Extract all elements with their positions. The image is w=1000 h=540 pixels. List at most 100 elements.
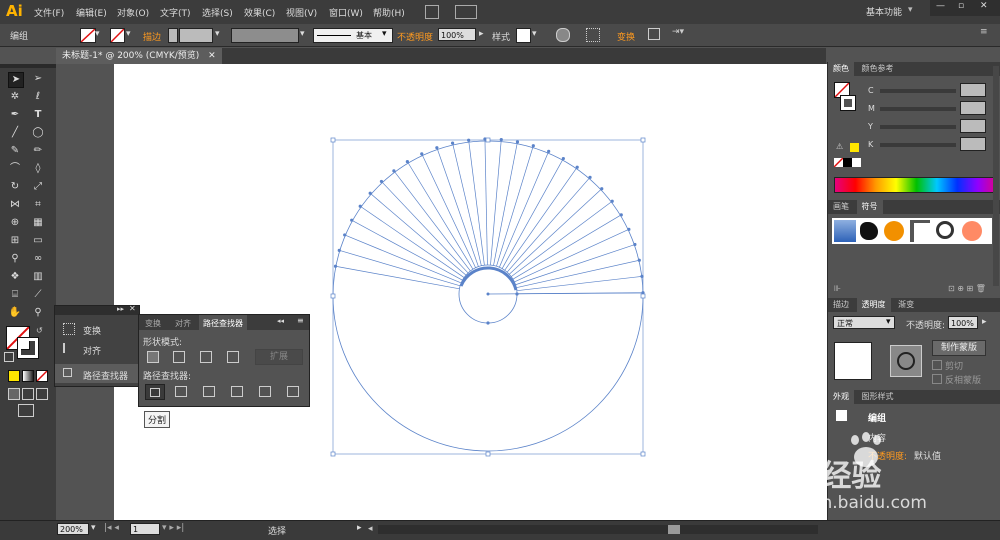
artwork[interactable] [114,64,827,520]
tab-brushes[interactable]: 画笔 [828,200,854,214]
graphic-style-swatch[interactable] [516,28,531,43]
merge-icon[interactable] [203,386,215,397]
dock-item-align[interactable]: 对齐 [55,340,139,358]
draw-behind-icon[interactable] [22,388,34,400]
divide-button[interactable] [145,384,165,400]
blob-brush-tool-icon[interactable]: ⌒ [8,162,22,176]
channel-k-slider[interactable] [880,143,956,147]
symbol-swatch[interactable] [860,222,878,240]
align-icon[interactable] [586,28,600,42]
none-swatch[interactable] [834,158,843,167]
blend-tool-icon[interactable]: ∞ [31,252,45,266]
panel-menu-icon[interactable]: ≡ [297,316,304,325]
isolate-group-icon[interactable] [648,28,660,40]
screen-mode-icon[interactable] [18,404,34,417]
opacity-input[interactable]: 100% [438,28,476,41]
clip-checkbox[interactable] [932,360,942,370]
opacity-label[interactable]: 不透明度 [397,30,433,43]
lasso-tool-icon[interactable]: ℓ [31,90,45,104]
menu-window[interactable]: 窗口(W) [329,6,363,19]
more-options-icon[interactable]: ⇥▾ [672,27,684,37]
symbol-sprayer-tool-icon[interactable]: ❖ [8,270,22,284]
first-artboard-icon[interactable]: |◂ ◂ [104,523,119,533]
tab-stroke[interactable]: 描边 [828,298,854,312]
tab-appearance[interactable]: 外观 [828,390,854,404]
dock-collapse-icon[interactable]: ▸▸ [117,305,124,313]
tab-pathfinder[interactable]: 路径查找器 [199,315,247,332]
white-swatch[interactable] [852,158,861,167]
tab-transparency[interactable]: 透明度 [856,298,891,312]
transparency-opacity-input[interactable]: 100% [948,316,978,329]
menu-object[interactable]: 对象(O) [117,6,149,19]
variable-width-profile[interactable] [231,28,299,43]
transparency-opacity-chevron-icon[interactable]: ▸ [982,317,987,327]
make-mask-button[interactable]: 制作蒙版 [932,340,986,356]
symbol-swatch[interactable] [936,221,954,239]
direct-selection-tool-icon[interactable]: ➢ [31,72,45,86]
brush-chevron-icon[interactable]: ▾ [382,29,387,39]
zoom-chevron-icon[interactable]: ▾ [91,523,96,533]
width-tool-icon[interactable]: ⋈ [8,198,22,212]
type-tool-icon[interactable]: T [31,108,45,122]
tab-color[interactable]: 颜色 [828,62,854,76]
paintbrush-tool-icon[interactable]: ✎ [8,144,22,158]
column-graph-tool-icon[interactable]: ▥ [31,270,45,284]
fill-dropdown-icon[interactable]: ▾ [95,29,100,39]
none-mode-icon[interactable] [36,370,48,382]
stroke-weight-chevron-icon[interactable]: ▾ [215,29,220,39]
tab-gradient[interactable]: 渐变 [893,298,919,312]
recolor-artwork-icon[interactable] [556,28,570,42]
pen-tool-icon[interactable]: ✒ [8,108,22,122]
blend-mode-chevron-icon[interactable]: ▾ [886,317,891,327]
eyedropper-tool-icon[interactable]: ⚲ [8,252,22,266]
menu-file[interactable]: 文件(F) [34,6,64,19]
workspace-chevron-icon[interactable]: ▾ [908,5,913,15]
profile-chevron-icon[interactable]: ▾ [300,29,305,39]
stroke-label[interactable]: 描边 [143,30,161,43]
scale-tool-icon[interactable]: ⤢ [31,180,45,194]
stroke-color-box[interactable] [17,337,39,359]
symbol-swatch[interactable] [884,221,904,241]
perspective-grid-tool-icon[interactable]: ▦ [31,216,45,230]
stroke-weight-input[interactable] [179,28,213,43]
shape-builder-tool-icon[interactable]: ⊕ [8,216,22,230]
color-mode-icon[interactable] [8,370,20,382]
minus-back-icon[interactable] [287,386,299,397]
zoom-tool-icon[interactable]: ⚲ [31,306,45,320]
scroll-left-icon[interactable]: ◂ [368,524,373,534]
maximize-icon[interactable]: ▫ [958,1,964,11]
document-tab[interactable]: 未标题-1* @ 200% (CMYK/预览) ✕ [56,48,222,64]
artboard-tool-icon[interactable]: ⌸ [8,288,22,302]
out-of-gamut-icon[interactable]: ⚠ [836,142,843,151]
draw-normal-icon[interactable] [8,388,20,400]
pencil-tool-icon[interactable]: ✏ [31,144,45,158]
menu-view[interactable]: 视图(V) [286,6,317,19]
next-artboard-icon[interactable]: ▾ ▸ ▸| [162,523,184,533]
channel-c-slider[interactable] [880,89,956,93]
symbol-swatch[interactable] [834,220,856,242]
opacity-chevron-icon[interactable]: ▸ [479,29,484,39]
artboard-number-input[interactable]: 1 [130,523,160,535]
black-swatch[interactable] [843,158,852,167]
outline-icon[interactable] [259,386,271,397]
tab-graphic-styles[interactable]: 图形样式 [857,390,899,404]
gamut-color-chip[interactable] [850,143,859,152]
line-tool-icon[interactable]: ╱ [8,126,22,140]
color-stroke-box[interactable] [840,95,856,111]
free-transform-tool-icon[interactable]: ⌗ [31,198,45,212]
menu-select[interactable]: 选择(S) [202,6,233,19]
dock-close-icon[interactable]: ✕ [129,304,136,313]
eraser-tool-icon[interactable]: ◊ [31,162,45,176]
close-document-icon[interactable]: ✕ [208,51,216,61]
channel-k-input[interactable] [960,137,986,151]
channel-m-input[interactable] [960,101,986,115]
crop-icon[interactable] [231,386,243,397]
tab-transform[interactable]: 变换 [145,318,161,329]
channel-y-input[interactable] [960,119,986,133]
stroke-swatch[interactable] [110,28,125,43]
channel-m-slider[interactable] [880,107,956,111]
style-chevron-icon[interactable]: ▾ [532,29,537,39]
gradient-mode-icon[interactable] [22,370,34,382]
bridge-icon[interactable] [425,5,439,19]
tab-align[interactable]: 对齐 [175,318,191,329]
